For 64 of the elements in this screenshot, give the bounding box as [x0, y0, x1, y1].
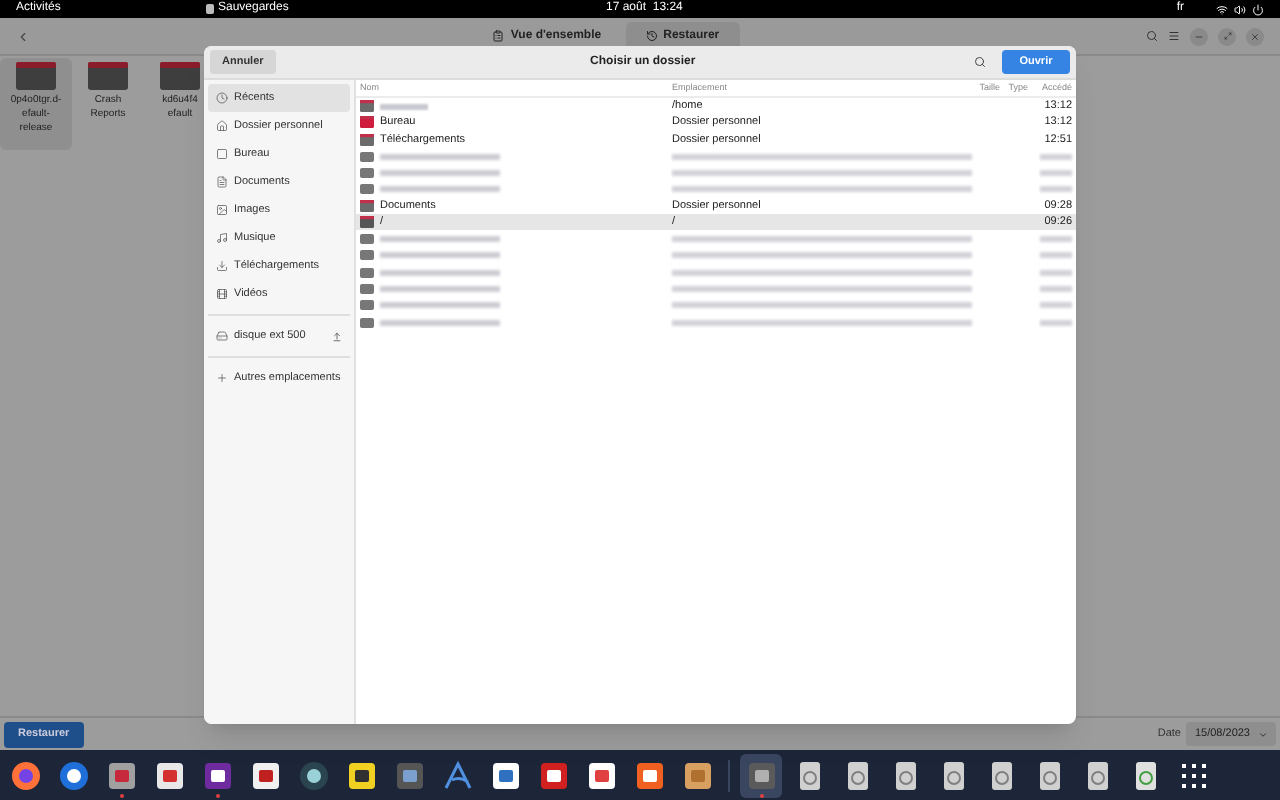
tasks-app-icon[interactable] — [201, 759, 233, 791]
blurred-text — [380, 285, 500, 292]
video-icon — [216, 288, 228, 300]
blurred-text — [380, 103, 428, 110]
blurred-text — [380, 153, 500, 160]
vector-app-icon[interactable] — [441, 759, 473, 791]
caret-icon — [1258, 729, 1268, 739]
maximize-icon — [1223, 32, 1231, 40]
drive-icon — [216, 330, 228, 342]
blurred-text — [1040, 252, 1072, 259]
backup-app-icon[interactable] — [745, 759, 777, 791]
blurred-text — [1040, 236, 1072, 243]
music-icon — [216, 232, 228, 244]
close-button[interactable] — [1246, 27, 1264, 45]
blurred-text — [1040, 285, 1072, 292]
blurred-text — [380, 302, 500, 309]
volume-icon[interactable] — [1234, 3, 1246, 15]
browser-app-icon[interactable] — [9, 759, 41, 791]
folder-icon — [360, 116, 374, 129]
desktop-icon — [216, 148, 228, 160]
app-icon — [206, 4, 214, 14]
grid-app-icon[interactable] — [1177, 759, 1209, 791]
wifi-icon[interactable] — [1216, 3, 1228, 15]
home-icon — [216, 120, 228, 132]
blurred-text — [380, 319, 500, 325]
search-icon[interactable] — [974, 56, 986, 68]
eject-icon[interactable] — [332, 331, 342, 341]
folder-icon — [160, 62, 200, 90]
disk-app-icon[interactable] — [297, 759, 329, 791]
blurred-text — [380, 186, 500, 193]
folder-icon — [360, 199, 374, 212]
blurred-text — [1040, 319, 1072, 325]
archive-app-icon[interactable] — [681, 759, 713, 791]
power-icon[interactable] — [1252, 3, 1264, 15]
image-icon — [216, 204, 228, 216]
menu-icon[interactable] — [1168, 30, 1180, 42]
blurred-text — [1040, 302, 1072, 309]
blurred-text — [380, 252, 500, 259]
download-icon — [216, 260, 228, 272]
files-app-icon[interactable] — [105, 759, 137, 791]
blurred-text — [1040, 186, 1072, 193]
folder-icon — [16, 62, 56, 90]
minimize-icon — [1194, 31, 1204, 41]
document-icon — [216, 176, 228, 188]
appstore-app-icon[interactable] — [633, 759, 665, 791]
mail-app-icon[interactable] — [57, 759, 89, 791]
clipboard-icon — [492, 30, 505, 42]
back-icon[interactable] — [16, 29, 30, 43]
folder-icon — [360, 133, 374, 146]
blurred-text — [1040, 169, 1072, 176]
folder-icon — [88, 62, 128, 90]
folder-icon — [360, 216, 374, 229]
search-icon[interactable] — [1146, 30, 1158, 42]
blurred-text — [1040, 153, 1072, 160]
blurred-text — [380, 236, 500, 243]
history-icon — [645, 30, 658, 42]
blurred-text — [1040, 269, 1072, 276]
recent-icon — [216, 92, 228, 104]
folder-icon — [360, 100, 374, 113]
blurred-text — [380, 169, 500, 176]
blurred-text — [380, 269, 500, 276]
video-app-icon[interactable] — [537, 759, 569, 791]
notes-app-icon[interactable] — [345, 759, 377, 791]
other-icon — [216, 372, 228, 384]
